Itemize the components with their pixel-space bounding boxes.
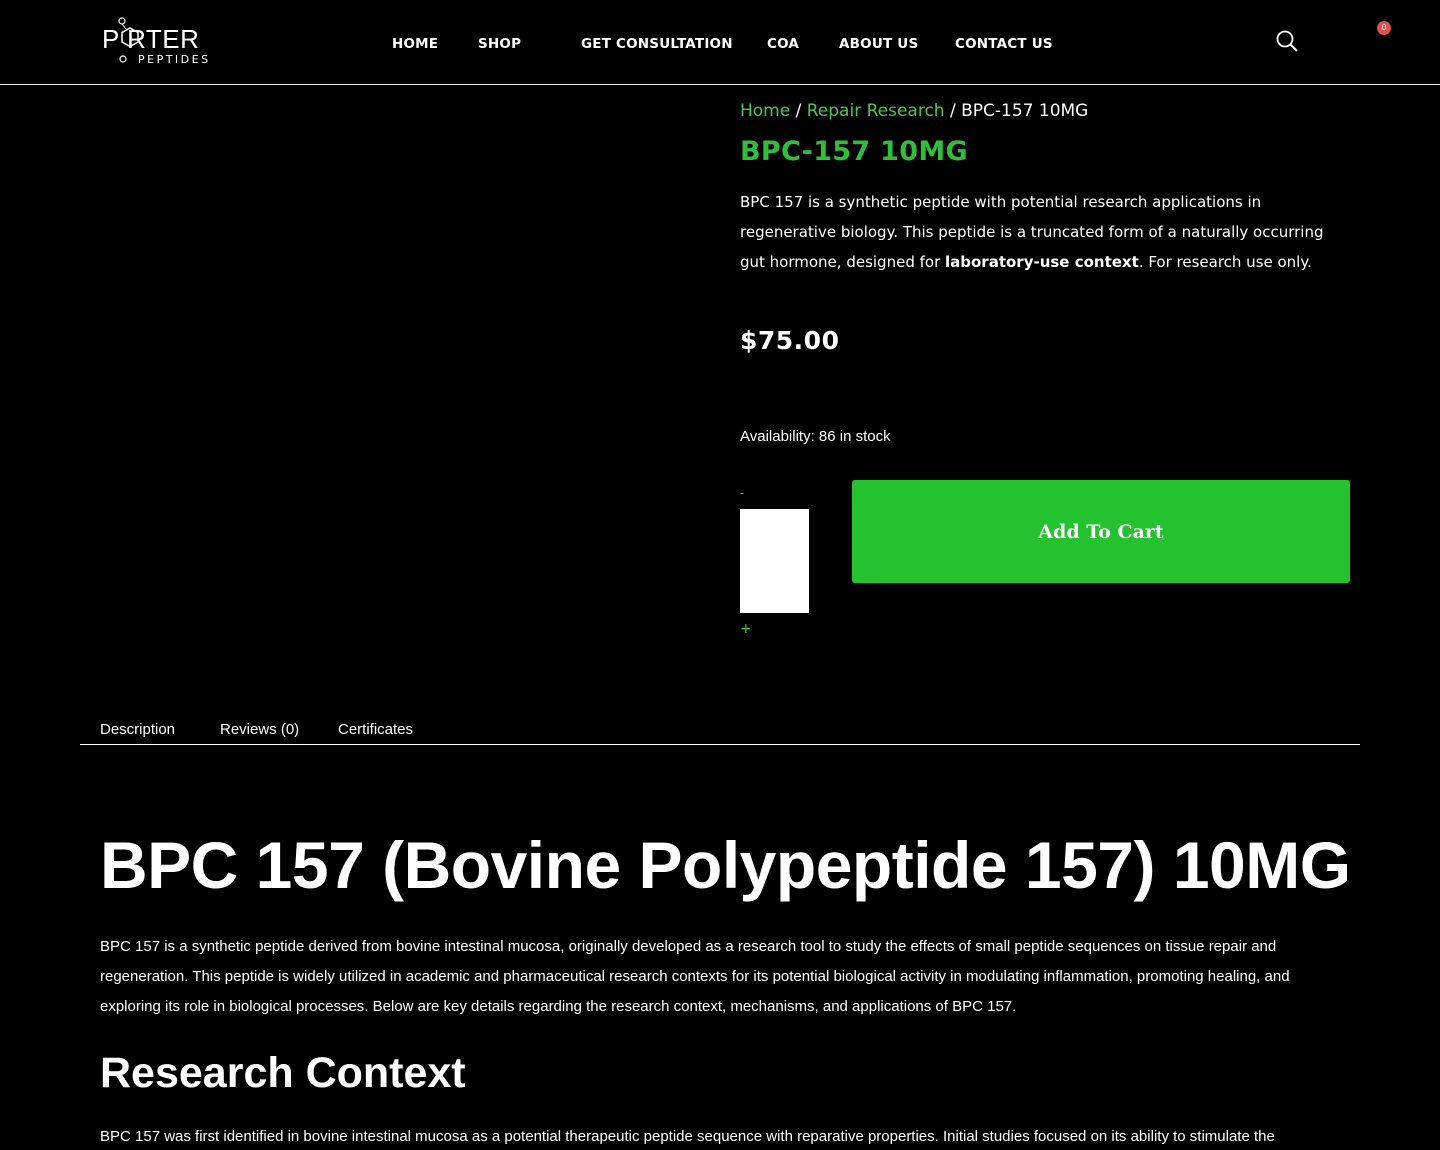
breadcrumb-separator: /: [949, 101, 956, 121]
search-icon[interactable]: [1275, 29, 1299, 53]
nav-home[interactable]: HOME: [392, 36, 438, 52]
nav-coa[interactable]: COA: [767, 36, 799, 52]
product-short-description: BPC 157 is a synthetic peptide with pote…: [740, 187, 1340, 277]
nav-about-us[interactable]: ABOUT US: [839, 36, 918, 52]
stock-availability: Availability: 86 in stock: [740, 428, 891, 445]
nav-contact-us[interactable]: CONTACT US: [955, 36, 1053, 52]
quantity-decrease-button[interactable]: -: [740, 487, 744, 499]
site-header: P RTER PEPTIDES HOME SHOP GET CONSULTATI…: [0, 0, 1440, 85]
research-context-paragraph: BPC 157 was first identified in bovine i…: [100, 1128, 1275, 1145]
description-heading: BPC 157 (Bovine Polypeptide 157) 10MG: [100, 828, 1351, 902]
short-desc-text-end: . For research use only.: [1138, 253, 1312, 271]
quantity-increase-button[interactable]: +: [740, 622, 752, 636]
breadcrumb-current: BPC-157 10MG: [961, 101, 1089, 121]
breadcrumb-category-link[interactable]: Repair Research: [807, 101, 945, 121]
nav-shop[interactable]: SHOP: [478, 36, 521, 52]
tab-certificates[interactable]: Certificates: [338, 721, 413, 738]
product-tabs: Description Reviews (0) Certificates: [80, 719, 1360, 745]
breadcrumb-home-link[interactable]: Home: [740, 101, 790, 121]
tab-reviews[interactable]: Reviews (0): [220, 721, 299, 738]
breadcrumb: Home / Repair Research / BPC-157 10MG: [740, 101, 1088, 121]
tab-description[interactable]: Description: [100, 721, 175, 738]
short-desc-bold: laboratory-use context: [945, 253, 1139, 271]
logo-tagline: PEPTIDES: [138, 53, 211, 66]
logo-wordmark: P RTER: [102, 24, 200, 54]
quantity-input[interactable]: [740, 509, 809, 613]
cart-count-badge[interactable]: 0: [1377, 21, 1391, 35]
breadcrumb-separator: /: [795, 101, 802, 121]
add-to-cart-button[interactable]: Add To Cart: [852, 480, 1350, 583]
description-intro-paragraph: BPC 157 is a synthetic peptide derived f…: [100, 938, 1290, 1015]
nav-get-consultation[interactable]: GET CONSULTATION: [581, 36, 733, 52]
site-logo[interactable]: P RTER PEPTIDES: [102, 16, 222, 68]
product-title: BPC-157 10MG: [740, 136, 968, 167]
research-context-heading: Research Context: [100, 1049, 466, 1097]
product-price: $75.00: [740, 326, 840, 355]
